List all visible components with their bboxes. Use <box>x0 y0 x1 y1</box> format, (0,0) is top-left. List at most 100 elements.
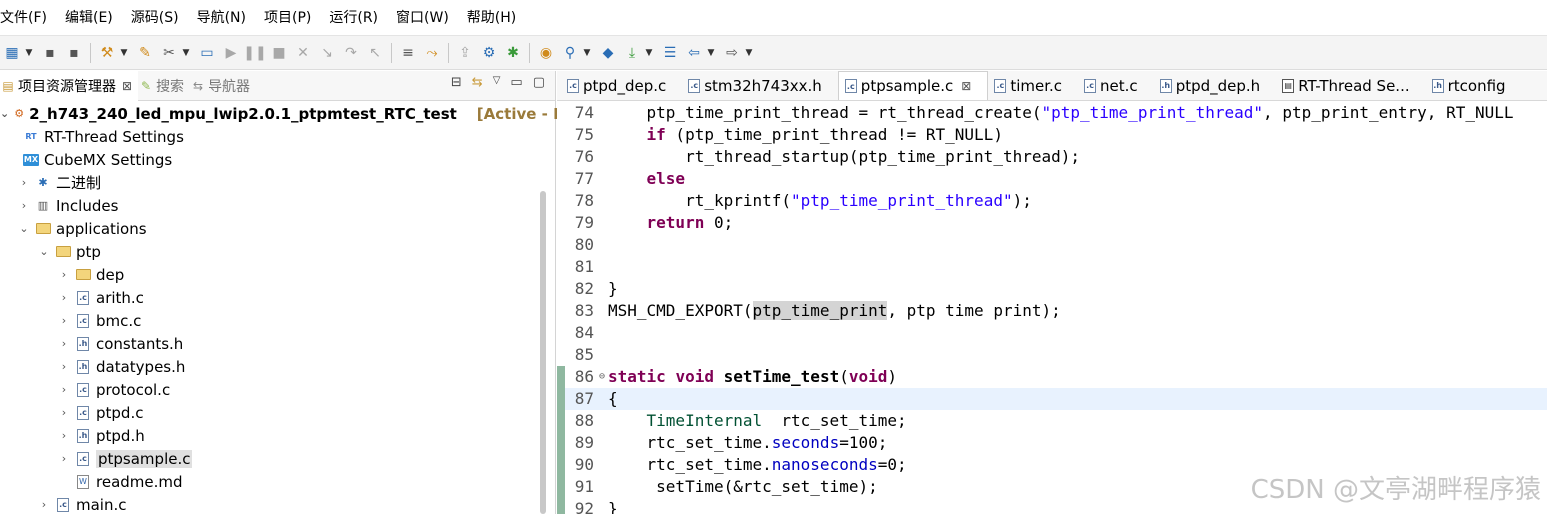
chevron-right-icon[interactable]: › <box>58 360 70 373</box>
tab-stm32h743xx-h[interactable]: .c stm32h743xx.h <box>682 71 838 100</box>
tab-ptpd-dep-c[interactable]: .c ptpd_dep.c <box>561 71 682 100</box>
tab-rtconfig[interactable]: .h rtconfig <box>1426 71 1522 100</box>
tree-item-ptp[interactable]: ⌄ ptp <box>0 240 540 263</box>
tree-item-binaries[interactable]: › ✱ 二进制 <box>0 171 540 194</box>
save-icon[interactable]: ▪ <box>40 43 60 63</box>
build-hammer-icon[interactable]: ⚒ <box>97 43 117 63</box>
close-icon[interactable]: ⊠ <box>961 79 971 93</box>
tab-navigator[interactable]: ⇆ 导航器 <box>190 71 256 101</box>
chevron-right-icon[interactable]: › <box>38 498 50 511</box>
tree-scrollbar[interactable] <box>540 191 546 514</box>
build-dropdown-icon[interactable]: ▼ <box>119 43 129 63</box>
terminate-icon[interactable]: ■ <box>269 43 289 63</box>
download-arrow-icon[interactable]: ⤓ <box>622 43 642 63</box>
tab-timer-c[interactable]: .c timer.c <box>988 71 1078 100</box>
chevron-right-icon[interactable]: › <box>18 199 30 212</box>
chevron-right-icon[interactable]: › <box>58 383 70 396</box>
forward-arrow-icon[interactable]: ⇨ <box>722 43 742 63</box>
chevron-right-icon[interactable]: › <box>18 176 30 189</box>
search-icon[interactable]: ⚲ <box>560 43 580 63</box>
code-area[interactable]: 74 ptp_time_print_thread = rt_thread_cre… <box>557 102 1547 514</box>
tree-item-includes[interactable]: › ▥ Includes <box>0 194 540 217</box>
collapse-all-icon[interactable]: ⊟ <box>451 75 462 90</box>
debug-bug-icon[interactable]: ✱ <box>503 43 523 63</box>
navigator-icon: ⇆ <box>193 78 204 93</box>
line-number: 79 <box>574 213 594 232</box>
menu-window[interactable]: 窗口(W) <box>396 0 458 36</box>
tree-item-rt-thread-settings[interactable]: RT RT-Thread Settings <box>0 125 540 148</box>
menu-file[interactable]: 文件(F) <box>0 0 56 36</box>
search-dropdown-icon[interactable]: ▼ <box>582 43 592 63</box>
tab-ptpsample-c[interactable]: .c ptpsample.c ⊠ <box>837 71 989 100</box>
forward-dropdown-icon[interactable]: ▼ <box>744 43 754 63</box>
tree-item-dep[interactable]: › dep <box>0 263 540 286</box>
back-dropdown-icon[interactable]: ▼ <box>706 43 716 63</box>
tree-project-root[interactable]: ⌄ ⚙ 2_h743_240_led_mpu_lwip2.0.1_ptpmtes… <box>0 102 586 125</box>
tab-project-explorer[interactable]: ▤ 项目资源管理器 ⊠ <box>0 70 139 101</box>
chevron-right-icon[interactable]: › <box>58 406 70 419</box>
step-into-icon[interactable]: ↘ <box>317 43 337 63</box>
tree-item-cubemx-settings[interactable]: MX CubeMX Settings <box>0 148 540 171</box>
tag-icon[interactable]: ◆ <box>598 43 618 63</box>
download-dropdown-icon[interactable]: ▼ <box>644 43 654 63</box>
tree-item-constants-h[interactable]: › .h constants.h <box>0 332 540 355</box>
tab-rt-thread-settings[interactable]: ▤ RT-Thread Se... <box>1276 71 1425 100</box>
save-all-icon[interactable]: ▪ <box>64 43 84 63</box>
line-number: 88 <box>574 411 594 430</box>
clean-icon[interactable]: ✎ <box>135 43 155 63</box>
chevron-right-icon[interactable]: › <box>58 314 70 327</box>
tree-item-ptpd-c[interactable]: › .c ptpd.c <box>0 401 540 424</box>
tree-item-applications[interactable]: ⌄ applications <box>0 217 540 240</box>
chevron-right-icon[interactable]: › <box>58 337 70 350</box>
menu-project[interactable]: 项目(P) <box>264 0 320 36</box>
menu-source[interactable]: 源码(S) <box>131 0 188 36</box>
tree-item-datatypes-h[interactable]: › .h datatypes.h <box>0 355 540 378</box>
tree-item-arith-c[interactable]: › .c arith.c <box>0 286 540 309</box>
new-dropdown-icon[interactable]: ▼ <box>24 43 34 63</box>
disconnect-icon[interactable]: ✕ <box>293 43 313 63</box>
instruction-step-icon[interactable]: ≡ <box>398 43 418 63</box>
step-return-icon[interactable]: ↖ <box>365 43 385 63</box>
chevron-down-icon[interactable]: ⌄ <box>0 107 9 120</box>
chevron-right-icon[interactable]: › <box>58 268 70 281</box>
menu-navigate[interactable]: 导航(N) <box>197 0 255 36</box>
chevron-right-icon[interactable]: › <box>58 452 70 465</box>
chevron-down-icon[interactable]: ⌄ <box>18 222 30 235</box>
open-type-icon[interactable]: ◉ <box>536 43 556 63</box>
view-menu-chevron-down-icon[interactable]: ▽ <box>493 75 501 90</box>
link-with-editor-icon[interactable]: ⇆ <box>472 75 483 90</box>
tree-item-ptpsample-c[interactable]: › .c ptpsample.c <box>0 447 540 470</box>
c-file-icon: .c <box>75 405 91 421</box>
tree-item-ptpd-h[interactable]: › .h ptpd.h <box>0 424 540 447</box>
tree-item-protocol-c[interactable]: › .c protocol.c <box>0 378 540 401</box>
menu-help[interactable]: 帮助(H) <box>467 0 525 36</box>
debug-monitor-icon[interactable]: ▭ <box>197 43 217 63</box>
chevron-right-icon[interactable]: › <box>58 429 70 442</box>
tools-dropdown-icon[interactable]: ▼ <box>181 43 191 63</box>
close-icon[interactable]: ⊠ <box>122 79 132 93</box>
tree-item-bmc-c[interactable]: › .c bmc.c <box>0 309 540 332</box>
settings-gear-icon[interactable]: ⚙ <box>479 43 499 63</box>
tab-label: ptpsample.c <box>860 77 954 95</box>
layers-icon[interactable]: ☰ <box>660 43 680 63</box>
resume-icon[interactable]: ▶ <box>221 43 241 63</box>
chevron-down-icon[interactable]: ⌄ <box>38 245 50 258</box>
minimize-icon[interactable]: ▭ <box>510 75 522 90</box>
tab-net-c[interactable]: .c net.c <box>1078 71 1154 100</box>
drop-frame-icon[interactable]: ⤳ <box>422 43 442 63</box>
tree-item-main-c[interactable]: › .c main.c <box>0 493 540 514</box>
tab-ptpd-dep-h[interactable]: .h ptpd_dep.h <box>1154 71 1277 100</box>
back-arrow-icon[interactable]: ⇦ <box>684 43 704 63</box>
download-icon[interactable]: ⇪ <box>455 43 475 63</box>
fold-collapse-icon[interactable]: ⊖ <box>599 366 605 388</box>
maximize-icon[interactable]: ▢ <box>533 75 545 90</box>
tab-search[interactable]: ✎ 搜索 <box>138 71 190 101</box>
menu-edit[interactable]: 编辑(E) <box>65 0 122 36</box>
tree-item-readme-md[interactable]: W readme.md <box>0 470 540 493</box>
new-icon[interactable]: ▦ <box>2 43 22 63</box>
tools-icon[interactable]: ✂ <box>159 43 179 63</box>
chevron-right-icon[interactable]: › <box>58 291 70 304</box>
step-over-icon[interactable]: ↷ <box>341 43 361 63</box>
suspend-icon[interactable]: ❚❚ <box>243 43 266 63</box>
menu-run[interactable]: 运行(R) <box>329 0 387 36</box>
